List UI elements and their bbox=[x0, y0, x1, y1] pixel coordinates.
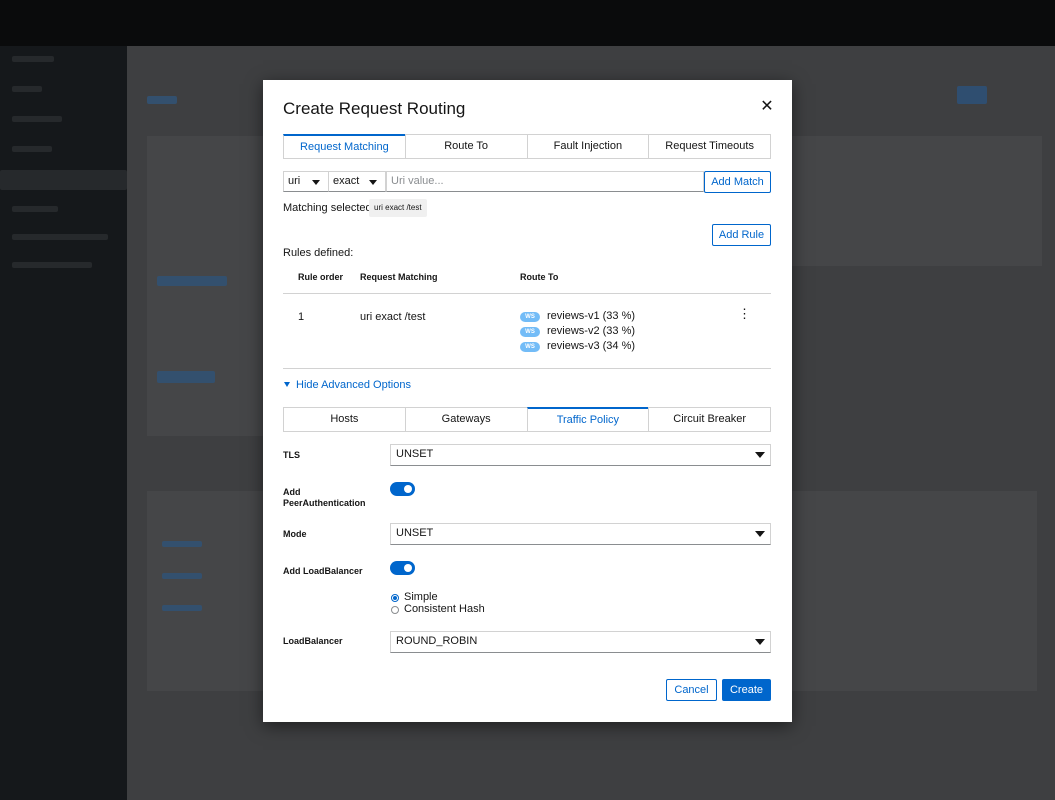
column-header-route-to: Route To bbox=[520, 272, 559, 282]
caret-down-icon bbox=[755, 531, 765, 537]
radio-simple[interactable] bbox=[391, 594, 399, 602]
tls-label: TLS bbox=[283, 450, 300, 460]
match-operator-value: exact bbox=[333, 175, 360, 187]
hide-advanced-options-link[interactable]: Hide Advanced Options bbox=[284, 379, 411, 391]
tab-hosts[interactable]: Hosts bbox=[283, 407, 406, 431]
peer-authentication-label-line2: PeerAuthentication bbox=[283, 498, 366, 508]
rule-matching-cell: uri exact /test bbox=[360, 311, 426, 323]
caret-down-icon bbox=[312, 180, 320, 185]
create-button[interactable]: Create bbox=[722, 679, 771, 701]
table-divider bbox=[283, 368, 771, 369]
app-sidebar bbox=[0, 46, 127, 800]
radio-consistent-hash-label: Consistent Hash bbox=[404, 603, 485, 615]
workload-badge: WS bbox=[520, 327, 540, 337]
loadbalancer-value: ROUND_ROBIN bbox=[396, 635, 478, 647]
tls-select[interactable]: UNSET bbox=[390, 444, 771, 466]
workload-badge: WS bbox=[520, 312, 540, 322]
route-destination: reviews-v3 (34 %) bbox=[547, 340, 636, 352]
mode-select[interactable]: UNSET bbox=[390, 523, 771, 545]
route-destination: reviews-v1 (33 %) bbox=[547, 310, 636, 322]
mode-value: UNSET bbox=[396, 527, 434, 539]
routing-tabs: Request Matching Route To Fault Injectio… bbox=[283, 134, 771, 159]
tab-gateways[interactable]: Gateways bbox=[404, 407, 528, 431]
peer-authentication-toggle[interactable] bbox=[390, 482, 415, 496]
tab-fault-injection[interactable]: Fault Injection bbox=[526, 134, 650, 158]
match-field-select[interactable]: uri bbox=[283, 171, 329, 192]
mode-label: Mode bbox=[283, 529, 307, 539]
tls-value: UNSET bbox=[396, 448, 434, 460]
caret-down-icon bbox=[369, 180, 377, 185]
add-match-button[interactable]: Add Match bbox=[704, 171, 771, 193]
match-field-value: uri bbox=[288, 175, 301, 187]
toggle-knob bbox=[404, 485, 412, 493]
rules-defined-label: Rules defined: bbox=[283, 247, 354, 259]
match-operator-select[interactable]: exact bbox=[328, 171, 386, 192]
radio-consistent-hash[interactable] bbox=[391, 606, 399, 614]
toggle-knob bbox=[404, 564, 412, 572]
column-header-rule-order: Rule order bbox=[298, 272, 344, 282]
column-header-request-matching: Request Matching bbox=[360, 272, 438, 282]
caret-down-icon bbox=[755, 639, 765, 645]
workload-badge: WS bbox=[520, 342, 540, 352]
rule-order-cell: 1 bbox=[298, 311, 305, 323]
close-icon[interactable]: ✕ bbox=[760, 99, 774, 115]
route-destination: reviews-v2 (33 %) bbox=[547, 325, 636, 337]
tab-traffic-policy[interactable]: Traffic Policy bbox=[526, 407, 650, 431]
uri-value-input[interactable]: Uri value... bbox=[386, 171, 704, 192]
chevron-down-icon bbox=[284, 382, 290, 387]
app-masthead bbox=[0, 0, 1055, 46]
cancel-button[interactable]: Cancel bbox=[666, 679, 717, 701]
caret-down-icon bbox=[755, 452, 765, 458]
radio-simple-label: Simple bbox=[404, 591, 438, 603]
advanced-toggle-label: Hide Advanced Options bbox=[296, 379, 411, 391]
advanced-tabs: Hosts Gateways Traffic Policy Circuit Br… bbox=[283, 407, 771, 432]
tab-request-timeouts[interactable]: Request Timeouts bbox=[648, 134, 771, 158]
tab-route-to[interactable]: Route To bbox=[404, 134, 528, 158]
loadbalancer-select[interactable]: ROUND_ROBIN bbox=[390, 631, 771, 653]
create-request-routing-modal: Create Request Routing ✕ Request Matchin… bbox=[263, 80, 792, 722]
add-loadbalancer-label: Add LoadBalancer bbox=[283, 566, 363, 576]
matching-selected-chip: uri exact /test bbox=[369, 199, 427, 217]
peer-authentication-label-line1: Add bbox=[283, 487, 301, 497]
loadbalancer-toggle[interactable] bbox=[390, 561, 415, 575]
modal-title: Create Request Routing bbox=[283, 99, 466, 118]
tab-request-matching[interactable]: Request Matching bbox=[283, 134, 406, 158]
add-rule-button[interactable]: Add Rule bbox=[712, 224, 771, 246]
matching-selected-label: Matching selected: bbox=[283, 202, 375, 214]
kebab-menu-icon[interactable]: ⋮ bbox=[738, 307, 751, 322]
table-divider bbox=[283, 293, 771, 294]
loadbalancer-label: LoadBalancer bbox=[283, 636, 343, 646]
tab-circuit-breaker[interactable]: Circuit Breaker bbox=[648, 407, 771, 431]
